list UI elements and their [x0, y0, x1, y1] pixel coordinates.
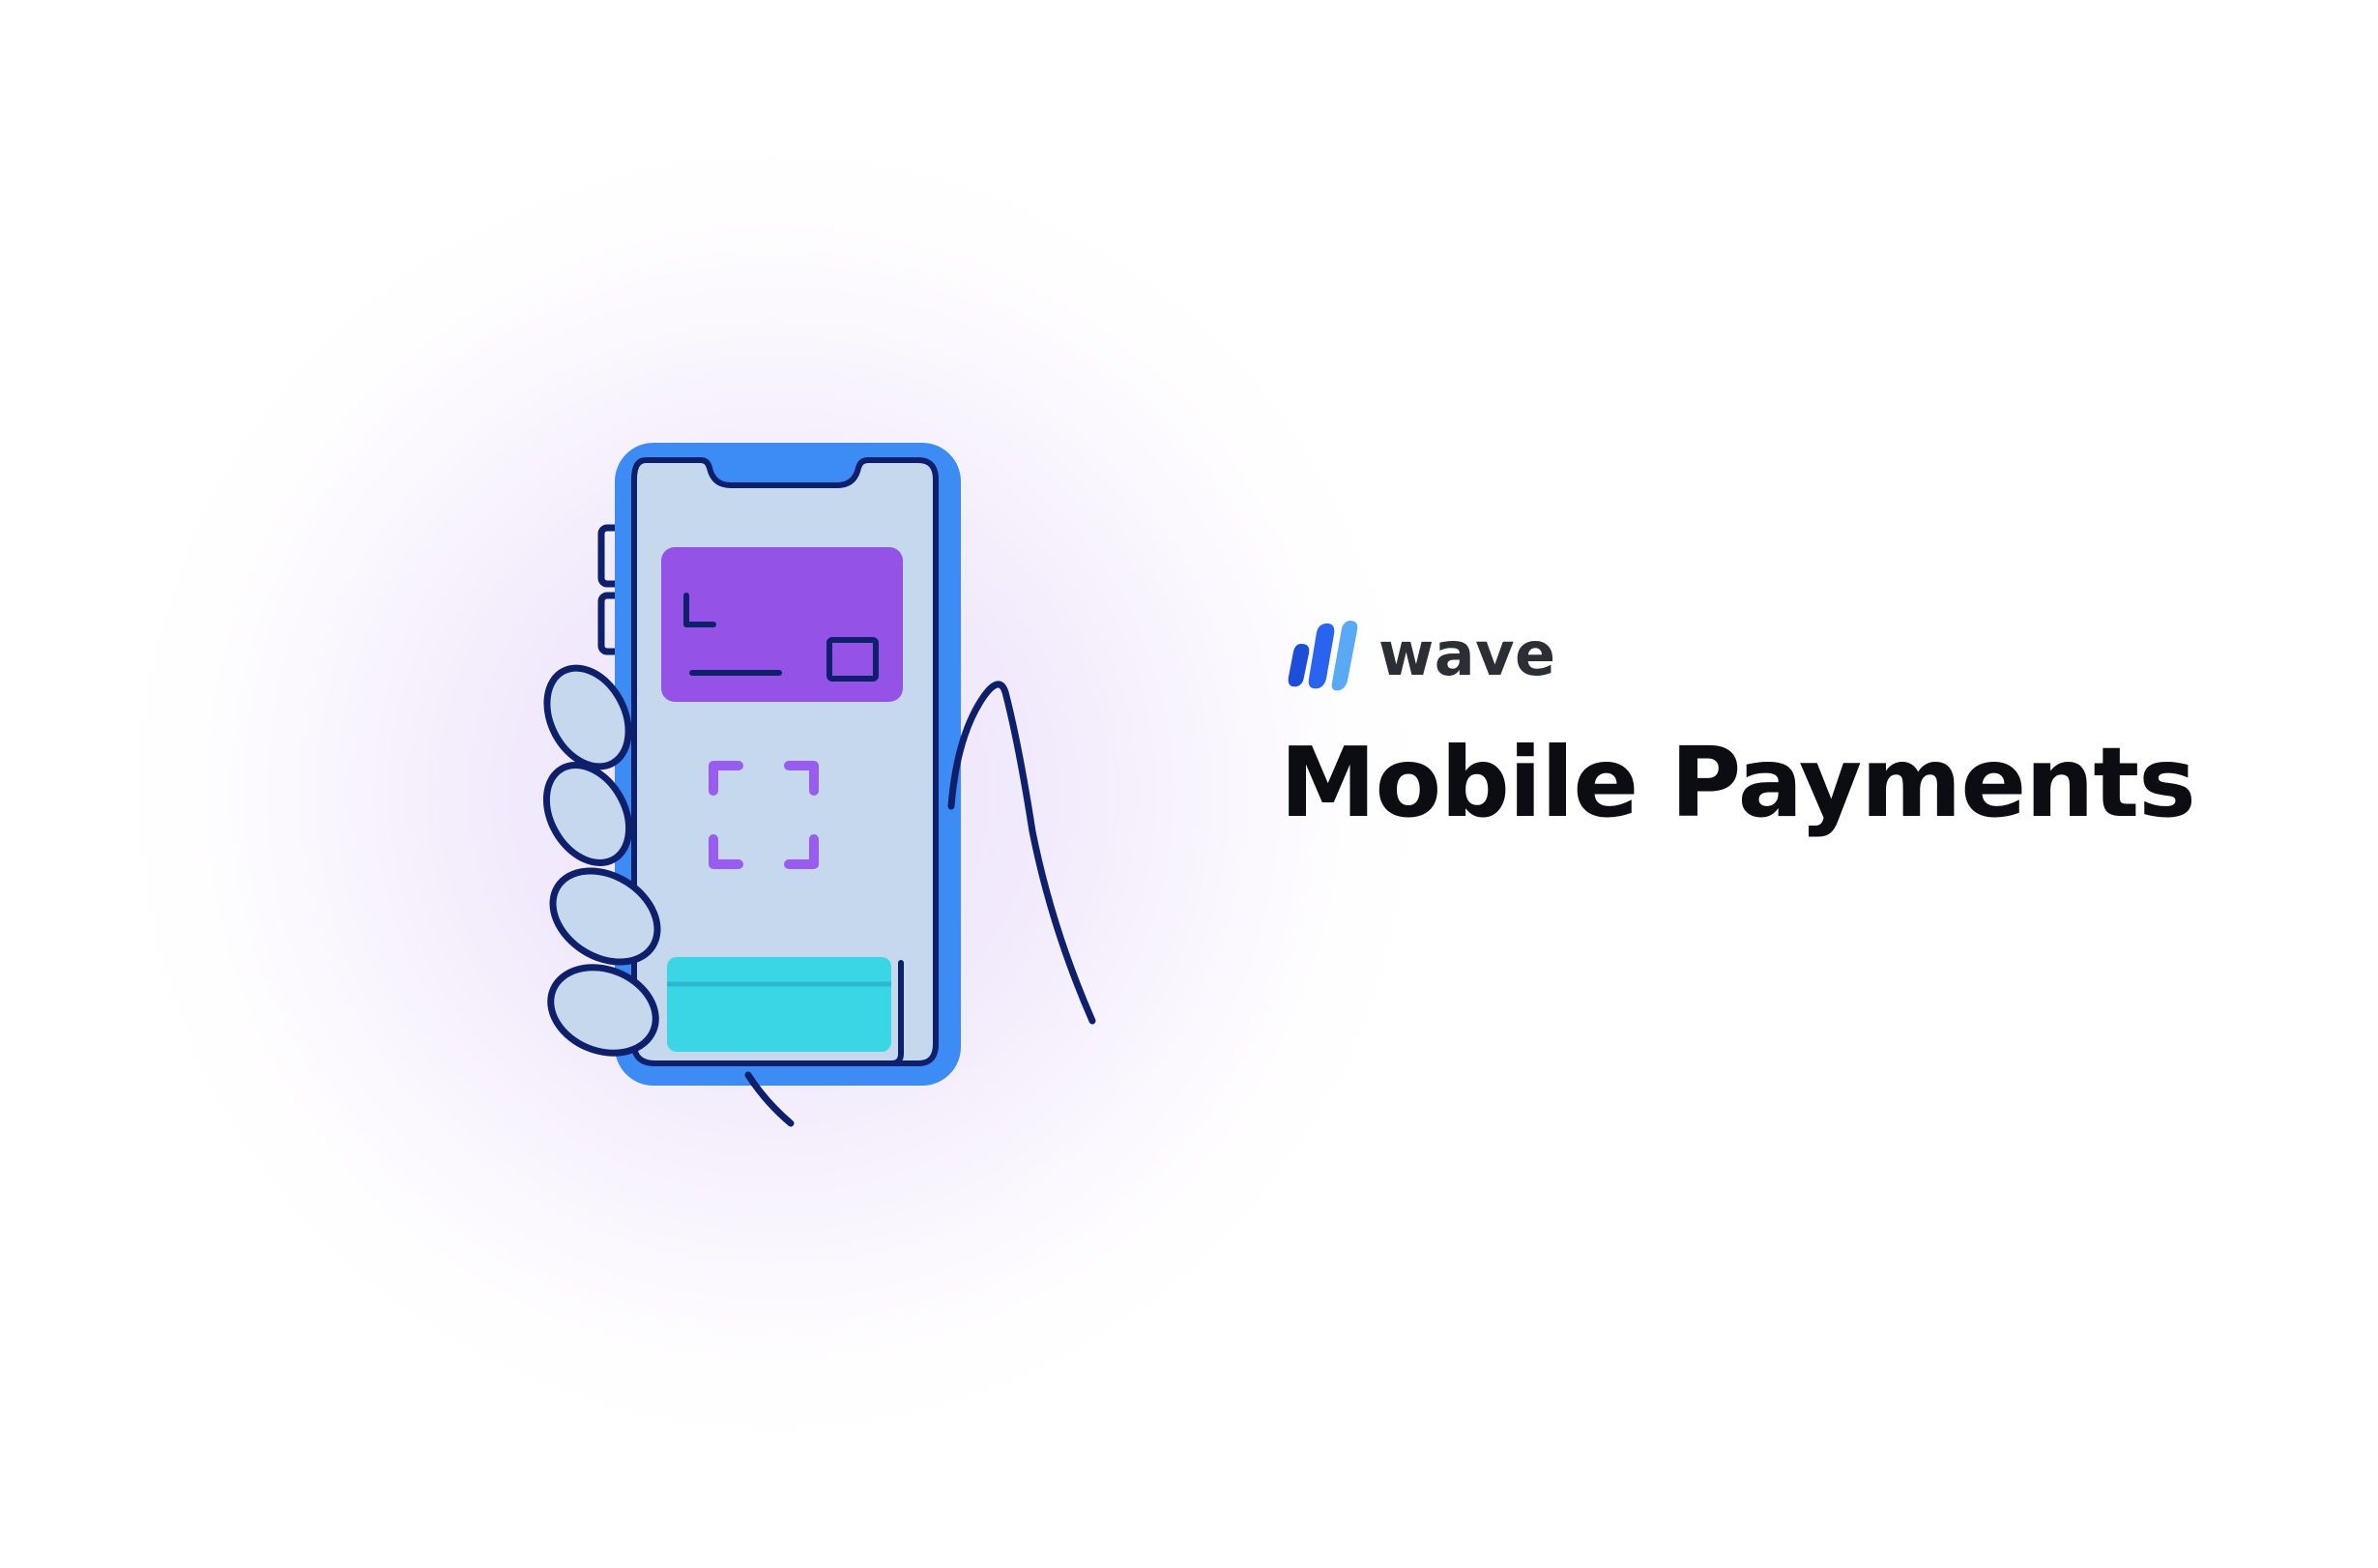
hand-holding-phone-icon — [542, 443, 1096, 1127]
brand-wordmark: wave — [1378, 619, 1556, 689]
hero-banner: wave Mobile Payments — [0, 0, 2378, 1568]
wave-logo-icon — [1288, 621, 1358, 691]
page-title: Mobile Payments — [1280, 726, 2196, 839]
pay-button-illustration — [667, 957, 891, 1052]
brand-logo: wave — [1284, 619, 1556, 694]
thumb-outline — [947, 681, 1096, 1025]
